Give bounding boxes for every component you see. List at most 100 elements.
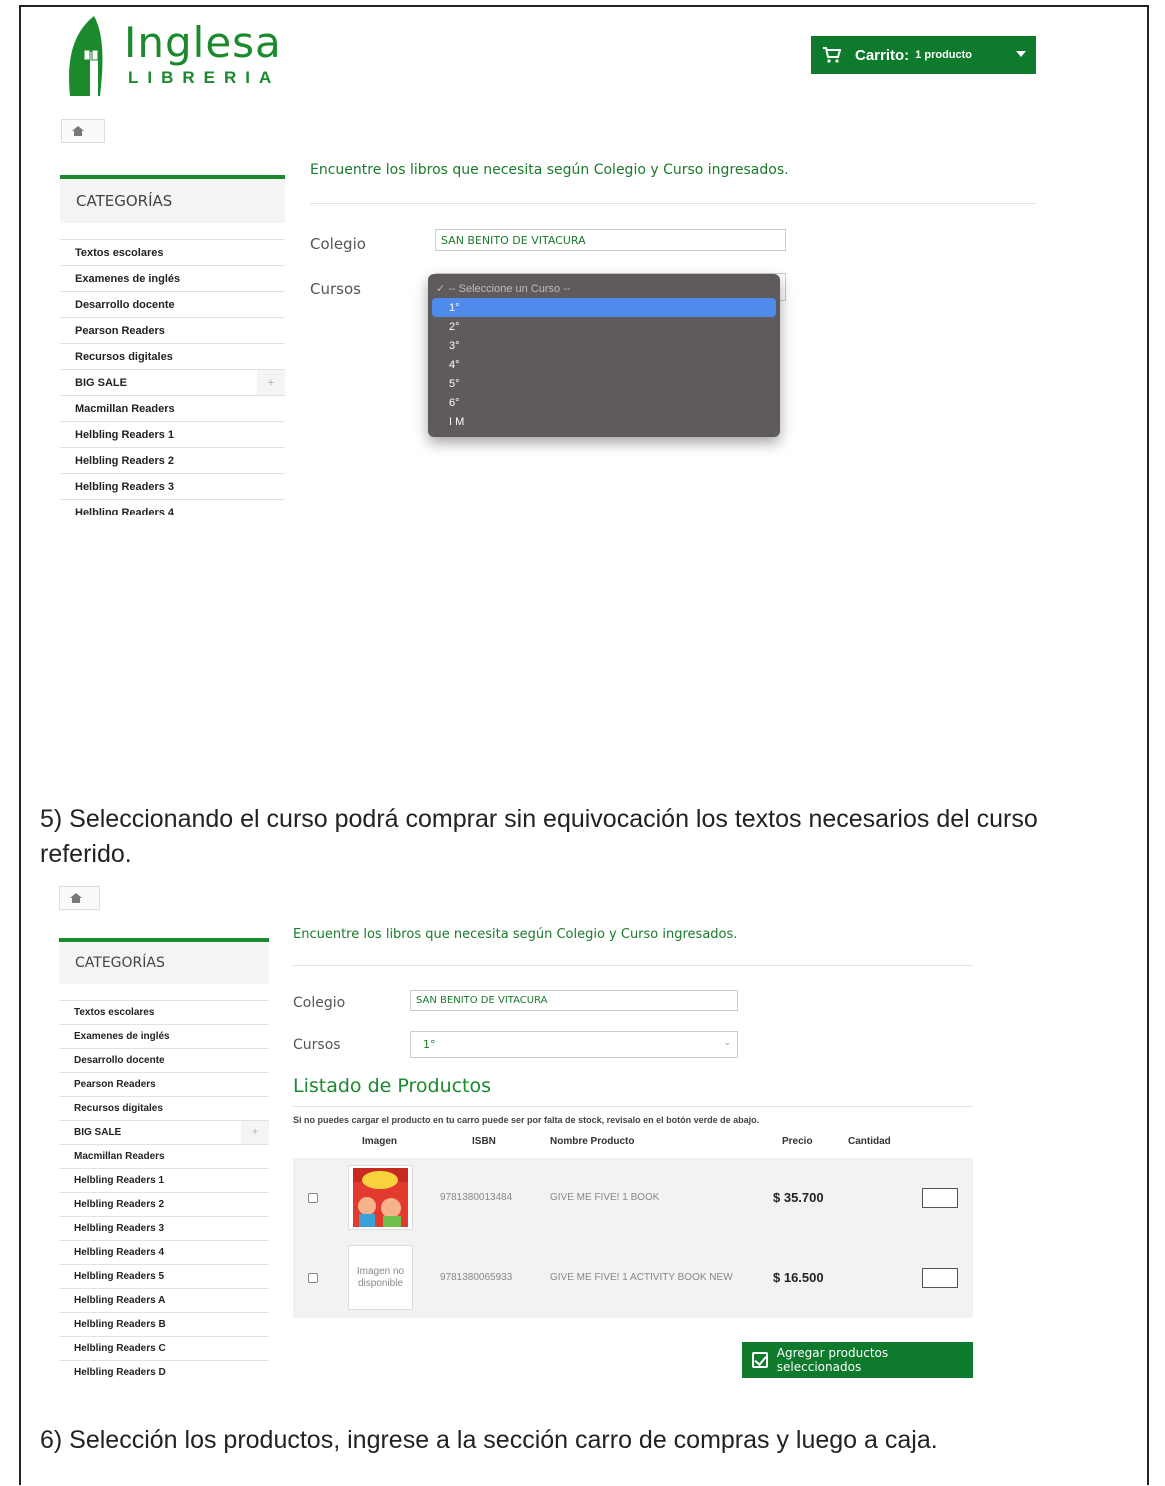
col-header-price: Precio xyxy=(782,1136,813,1147)
cursos-label: Cursos xyxy=(310,280,361,298)
divider-3 xyxy=(293,1106,973,1107)
caption-step-6: 6) Selección los productos, ingrese a la… xyxy=(40,1426,938,1454)
category-item[interactable]: Helbling Readers 1 xyxy=(59,1168,269,1192)
category-label: Helbling Readers 1 xyxy=(75,428,175,441)
category-item[interactable]: Examenes de inglés xyxy=(60,265,285,291)
category-label: Helbling Readers C xyxy=(74,1343,166,1354)
dropdown-option[interactable]: I M xyxy=(428,412,780,431)
category-item[interactable]: Macmillan Readers xyxy=(60,395,285,421)
category-item[interactable]: Macmillan Readers xyxy=(59,1144,269,1168)
category-label: Examenes de inglés xyxy=(75,272,181,285)
quantity-input[interactable] xyxy=(922,1188,958,1208)
dropdown-option[interactable]: 4° xyxy=(428,355,780,374)
colegio-label-2: Colegio xyxy=(293,995,346,1011)
category-label: BIG SALE xyxy=(75,376,127,389)
category-item[interactable]: Helbling Readers 3 xyxy=(60,473,285,499)
categories-heading-2: CATEGORÍAS xyxy=(59,938,269,984)
categories-sidebar-2: CATEGORÍAS Textos escolares Examenes de i… xyxy=(59,938,269,1384)
category-label: Helbling Readers 4 xyxy=(75,506,175,516)
product-row: Imagen no disponible 9781380065933 GIVE … xyxy=(293,1238,973,1318)
category-item[interactable]: Helbling Readers C xyxy=(59,1336,269,1360)
category-list-2: Textos escolares Examenes de inglés Desarr… xyxy=(59,1000,269,1384)
dropdown-option[interactable]: 1° xyxy=(432,298,776,317)
breadcrumb-home[interactable] xyxy=(61,119,105,143)
category-item[interactable]: Helbling Readers A xyxy=(59,1288,269,1312)
category-label: Helbling Readers 5 xyxy=(74,1271,165,1282)
category-label: Helbling Readers B xyxy=(74,1319,166,1330)
category-item[interactable]: Helbling Readers 2 xyxy=(60,447,285,473)
product-checkbox[interactable] xyxy=(308,1193,318,1203)
product-price: $ 16.500 xyxy=(773,1270,824,1285)
dropdown-placeholder[interactable]: ✓ -- Seleccione un Curso -- xyxy=(428,279,780,298)
category-item[interactable]: Desarrollo docente xyxy=(60,291,285,317)
logo-subtitle: LIBRERIA xyxy=(128,68,281,87)
cart-button[interactable]: Carrito: 1 producto xyxy=(811,36,1036,74)
category-label: Recursos digitales xyxy=(75,350,173,363)
category-label: Helbling Readers 2 xyxy=(74,1199,165,1210)
product-image xyxy=(348,1165,413,1230)
logo-name: Inglesa xyxy=(124,18,282,67)
category-label: Helbling Readers 3 xyxy=(74,1223,165,1234)
product-isbn: 9781380013484 xyxy=(440,1192,513,1203)
category-item[interactable]: Helbling Readers 3 xyxy=(59,1216,269,1240)
divider xyxy=(310,203,1036,204)
home-icon xyxy=(72,126,84,136)
product-isbn: 9781380065933 xyxy=(440,1272,513,1283)
category-item[interactable]: Helbling Readers B xyxy=(59,1312,269,1336)
product-image-placeholder: Imagen no disponible xyxy=(348,1245,413,1310)
dropdown-option[interactable]: 5° xyxy=(428,374,780,393)
category-label: Helbling Readers D xyxy=(74,1367,166,1378)
category-item[interactable]: Desarrollo docente xyxy=(59,1048,269,1072)
cart-count: 1 producto xyxy=(915,49,973,61)
product-name[interactable]: GIVE ME FIVE! 1 ACTIVITY BOOK NEW xyxy=(550,1272,733,1283)
tower-logo-icon xyxy=(69,16,103,96)
check-icon xyxy=(752,1352,768,1368)
category-item[interactable]: Helbling Readers D xyxy=(59,1360,269,1384)
dropdown-option[interactable]: 6° xyxy=(428,393,780,412)
divider-2 xyxy=(293,965,973,966)
category-label: Textos escolares xyxy=(75,246,164,259)
category-label: Desarrollo docente xyxy=(75,298,175,311)
categories-sidebar: CATEGORÍAS Textos escolares Examenes de i… xyxy=(60,175,285,515)
category-item[interactable]: BIG SALE + xyxy=(59,1120,269,1144)
category-item[interactable]: Helbling Readers 4 xyxy=(60,499,285,515)
category-item[interactable]: Pearson Readers xyxy=(60,317,285,343)
category-item[interactable]: Helbling Readers 1 xyxy=(60,421,285,447)
caption-step-5: 5) Seleccionando el curso podrá comprar … xyxy=(40,805,1038,868)
category-item[interactable]: Pearson Readers xyxy=(59,1072,269,1096)
logo[interactable]: Inglesa LIBRERIA xyxy=(64,12,281,98)
add-selected-products-button[interactable]: Agregar productos seleccionados xyxy=(742,1342,973,1378)
expand-plus-icon[interactable]: + xyxy=(241,1121,269,1144)
dropdown-option[interactable]: 3° xyxy=(428,336,780,355)
product-price: $ 35.700 xyxy=(773,1190,824,1205)
product-name[interactable]: GIVE ME FIVE! 1 BOOK xyxy=(550,1192,659,1203)
category-label: Helbling Readers 1 xyxy=(74,1175,165,1186)
category-item[interactable]: Textos escolares xyxy=(60,239,285,265)
category-item[interactable]: Helbling Readers 2 xyxy=(59,1192,269,1216)
category-item[interactable]: Recursos digitales xyxy=(59,1096,269,1120)
product-checkbox[interactable] xyxy=(308,1273,318,1283)
quantity-input[interactable] xyxy=(922,1268,958,1288)
cursos-label-2: Cursos xyxy=(293,1037,341,1053)
category-label: BIG SALE xyxy=(74,1127,122,1138)
chevron-down-icon: ⌄ xyxy=(723,1038,731,1048)
category-item[interactable]: Examenes de inglés xyxy=(59,1024,269,1048)
colegio-field[interactable]: SAN BENITO DE VITACURA xyxy=(435,229,786,251)
category-label: Helbling Readers A xyxy=(74,1295,166,1306)
book-cover-icon xyxy=(353,1168,408,1227)
category-item[interactable]: BIG SALE + xyxy=(60,369,285,395)
chevron-down-icon xyxy=(1016,51,1026,57)
category-item[interactable]: Textos escolares xyxy=(59,1000,269,1024)
category-label: Helbling Readers 4 xyxy=(74,1247,165,1258)
category-item[interactable]: Helbling Readers 4 xyxy=(59,1240,269,1264)
category-item[interactable]: Recursos digitales xyxy=(60,343,285,369)
breadcrumb-home-2[interactable] xyxy=(59,886,100,910)
category-label: Pearson Readers xyxy=(74,1079,156,1090)
cursos-dropdown-menu[interactable]: ✓ -- Seleccione un Curso -- 1° 2° 3° 4° 5° 6°… xyxy=(428,274,780,437)
add-button-label: Agregar productos seleccionados xyxy=(776,1346,889,1374)
category-item[interactable]: Helbling Readers 5 xyxy=(59,1264,269,1288)
cursos-select-2[interactable]: 1° ⌄ xyxy=(410,1031,738,1058)
expand-plus-icon[interactable]: + xyxy=(257,370,285,395)
dropdown-option[interactable]: 2° xyxy=(428,317,780,336)
colegio-field-2[interactable]: SAN BENITO DE VITACURA xyxy=(410,990,738,1011)
